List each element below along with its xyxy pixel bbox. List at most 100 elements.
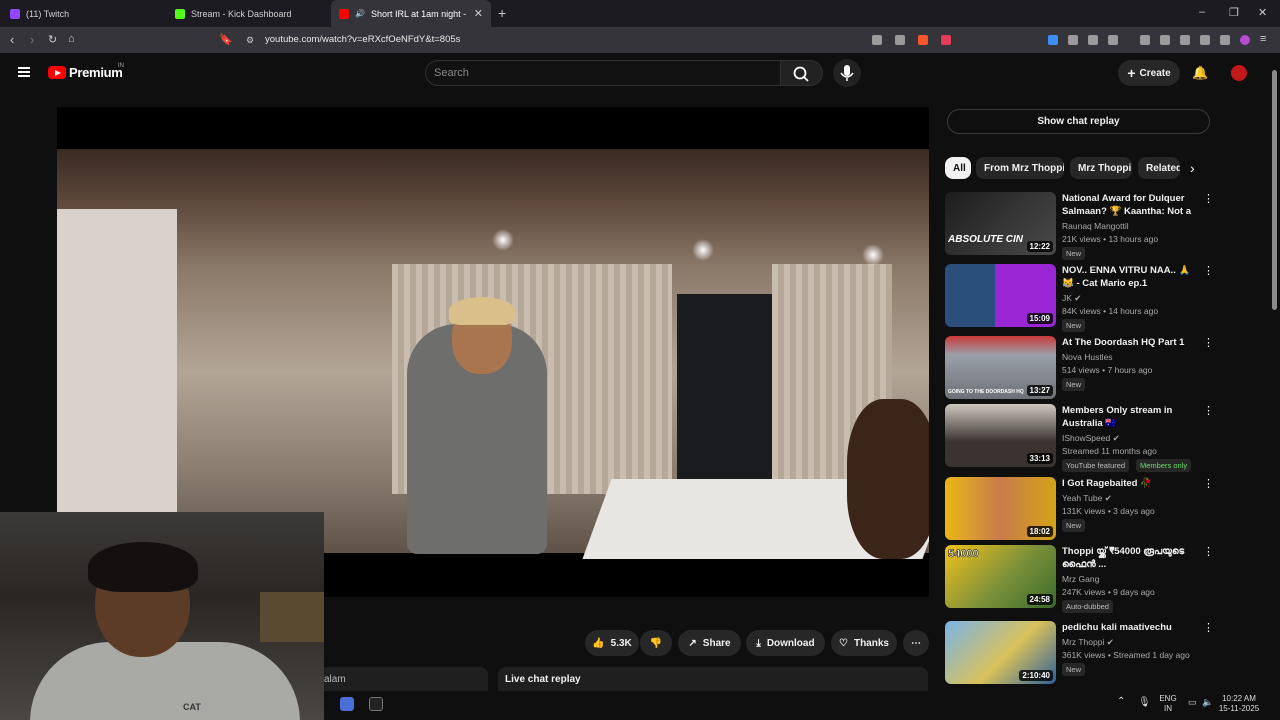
new-tab-button[interactable]: +	[498, 5, 506, 21]
recommendation-item[interactable]: GOING TO THE DOORDASH HQ 13:27 At The Do…	[945, 336, 1215, 400]
thumbnail[interactable]: 54000 24:58	[945, 545, 1056, 608]
extension-icon[interactable]	[1068, 35, 1078, 45]
tab-youtube[interactable]: 🔊 Short IRL at 1am night - YouT ✕	[331, 0, 491, 27]
thumbnail[interactable]: 15:09	[945, 264, 1056, 327]
chip-channel[interactable]: Mrz Thoppi	[1070, 157, 1132, 179]
cast-icon[interactable]	[872, 35, 882, 45]
voice-search-button[interactable]	[833, 59, 861, 87]
chip-from-channel[interactable]: From Mrz Thoppi	[976, 157, 1064, 179]
more-actions-button[interactable]: ⋯	[903, 630, 929, 656]
video-title[interactable]: Thoppi യ്ക്ക് ₹54000 രൂപയുടെ ഫൈൻ ...	[1062, 545, 1197, 571]
channel-name[interactable]: Nova Hustles	[1062, 352, 1113, 362]
live-chat-replay-tab[interactable]: Live chat replay	[498, 667, 928, 691]
avatar[interactable]	[1231, 65, 1247, 81]
thumbnail[interactable]: GOING TO THE DOORDASH HQ 13:27	[945, 336, 1056, 399]
description-tab[interactable]: alam	[320, 667, 488, 691]
channel-name[interactable]: IShowSpeed ✔	[1062, 433, 1120, 444]
more-options-icon[interactable]: ⋮	[1203, 623, 1214, 634]
tab-twitch[interactable]: (11) Twitch	[2, 0, 164, 27]
puzzle-icon[interactable]	[1088, 35, 1098, 45]
brave-rewards-icon[interactable]	[941, 35, 951, 45]
youtube-logo-icon[interactable]	[48, 66, 66, 79]
close-window-button[interactable]: ✕	[1258, 6, 1267, 19]
vpn-icon[interactable]	[1220, 35, 1230, 45]
extension-icon[interactable]	[1048, 35, 1058, 45]
recommendation-item[interactable]: 33:13 Members Only stream in Australia 🇦…	[945, 404, 1215, 472]
page-scrollbar[interactable]	[1270, 58, 1280, 688]
create-button[interactable]: + Create	[1118, 60, 1180, 86]
home-icon[interactable]: ⌂	[68, 33, 75, 45]
video-title[interactable]: pedichu kali maativechu	[1062, 621, 1197, 634]
bookmark-icon[interactable]: 🔖	[219, 33, 233, 46]
more-options-icon[interactable]: ⋮	[1203, 338, 1214, 349]
close-tab-icon[interactable]: ✕	[474, 7, 483, 20]
more-options-icon[interactable]: ⋮	[1203, 479, 1214, 490]
dislike-button[interactable]: 👎	[640, 630, 672, 656]
more-options-icon[interactable]: ⋮	[1203, 194, 1214, 205]
more-options-icon[interactable]: ⋮	[1203, 266, 1214, 277]
hamburger-menu-icon[interactable]	[18, 67, 30, 77]
video-title[interactable]: NOV.. ENNA VITRU NAA.. 🙏😹 - Cat Mario ep…	[1062, 264, 1197, 290]
thanks-button[interactable]: ♡ Thanks	[831, 630, 897, 656]
thumbnail[interactable]: 18:02	[945, 477, 1056, 540]
leo-icon[interactable]	[1200, 35, 1210, 45]
search-input[interactable]: Search	[425, 60, 781, 86]
more-options-icon[interactable]: ⋮	[1203, 547, 1214, 558]
recommendation-item[interactable]: 2:10:40 pedichu kali maativechu Mrz Thop…	[945, 621, 1215, 685]
channel-name[interactable]: Yeah Tube ✔	[1062, 493, 1112, 504]
chevron-up-icon[interactable]: ⌃	[1117, 696, 1125, 707]
site-settings-icon[interactable]: ⚙	[246, 35, 254, 46]
sidebar-icon[interactable]	[1160, 35, 1170, 45]
thumbnail[interactable]: 33:13	[945, 404, 1056, 467]
more-options-icon[interactable]: ⋮	[1203, 406, 1214, 417]
recommendation-item[interactable]: 15:09 NOV.. ENNA VITRU NAA.. 🙏😹 - Cat Ma…	[945, 264, 1215, 332]
channel-name[interactable]: Mrz Thoppi ✔	[1062, 637, 1114, 648]
address-bar[interactable]: youtube.com/watch?v=eRXcfOeNFdY&t=805s	[265, 34, 460, 45]
channel-name[interactable]: Mrz Gang	[1062, 574, 1099, 584]
extension-icon[interactable]	[1108, 35, 1118, 45]
video-title[interactable]: I Got Ragebaited 🥀	[1062, 477, 1197, 490]
microphone-tray-icon[interactable]: 🎙	[1138, 697, 1151, 708]
restore-button[interactable]: ❐	[1229, 6, 1239, 19]
tab-label: (11) Twitch	[26, 8, 70, 19]
youtube-logo-text[interactable]: Premium	[69, 65, 123, 80]
clock[interactable]: 10:22 AM 15-11-2025	[1214, 694, 1264, 714]
show-chat-replay-button[interactable]: Show chat replay	[947, 109, 1210, 134]
share-page-icon[interactable]	[895, 35, 905, 45]
download-button[interactable]: ⤓ Download	[746, 630, 825, 656]
profile-icon[interactable]	[1240, 35, 1250, 45]
share-button[interactable]: ↗ Share	[678, 630, 741, 656]
recommendation-item[interactable]: ABSOLUTE CIN 12:22 National Award for Du…	[945, 192, 1215, 260]
scrollbar-thumb[interactable]	[1272, 70, 1277, 310]
wallet-icon[interactable]	[1180, 35, 1190, 45]
volume-icon[interactable]: 🔈	[1202, 697, 1213, 708]
epic-games-taskbar-icon[interactable]	[369, 697, 383, 711]
language-indicator[interactable]: ENG IN	[1159, 694, 1177, 714]
thumbnail[interactable]: ABSOLUTE CIN 12:22	[945, 192, 1056, 255]
thumbnail[interactable]: 2:10:40	[945, 621, 1056, 684]
channel-name[interactable]: JK ✔	[1062, 293, 1081, 304]
music-icon[interactable]	[1140, 35, 1150, 45]
brave-shield-icon[interactable]	[918, 35, 928, 45]
minimize-button[interactable]: –	[1199, 6, 1205, 18]
tab-kick[interactable]: Stream - Kick Dashboard	[167, 0, 329, 27]
reload-icon[interactable]: ↻	[48, 33, 57, 46]
back-icon[interactable]: ‹	[10, 32, 14, 47]
recommendation-item[interactable]: 54000 24:58 Thoppi യ്ക്ക് ₹54000 രൂപയുടെ…	[945, 545, 1215, 613]
recommendation-item[interactable]: 18:02 I Got Ragebaited 🥀 Yeah Tube ✔ 131…	[945, 477, 1215, 541]
forward-icon[interactable]: ›	[30, 32, 34, 47]
video-title[interactable]: At The Doordash HQ Part 1	[1062, 336, 1197, 349]
search-button[interactable]	[781, 60, 823, 86]
video-title[interactable]: National Award for Dulquer Salmaan? 🏆 Ka…	[1062, 192, 1197, 218]
network-icon[interactable]: ▭	[1188, 697, 1197, 708]
video-title[interactable]: Members Only stream in Australia 🇦🇺	[1062, 404, 1197, 430]
like-button[interactable]: 👍 5.3K	[585, 630, 639, 656]
new-badge: New	[1062, 519, 1086, 532]
menu-icon[interactable]: ≡	[1260, 33, 1266, 45]
roblox-taskbar-icon[interactable]	[340, 697, 354, 711]
channel-name[interactable]: Raunaq Mangottil	[1062, 221, 1129, 231]
chevron-right-icon[interactable]: ›	[1190, 160, 1195, 176]
chip-all[interactable]: All	[945, 157, 971, 179]
notifications-bell-icon[interactable]: 🔔	[1192, 65, 1208, 81]
chip-related[interactable]: Related	[1138, 157, 1180, 179]
